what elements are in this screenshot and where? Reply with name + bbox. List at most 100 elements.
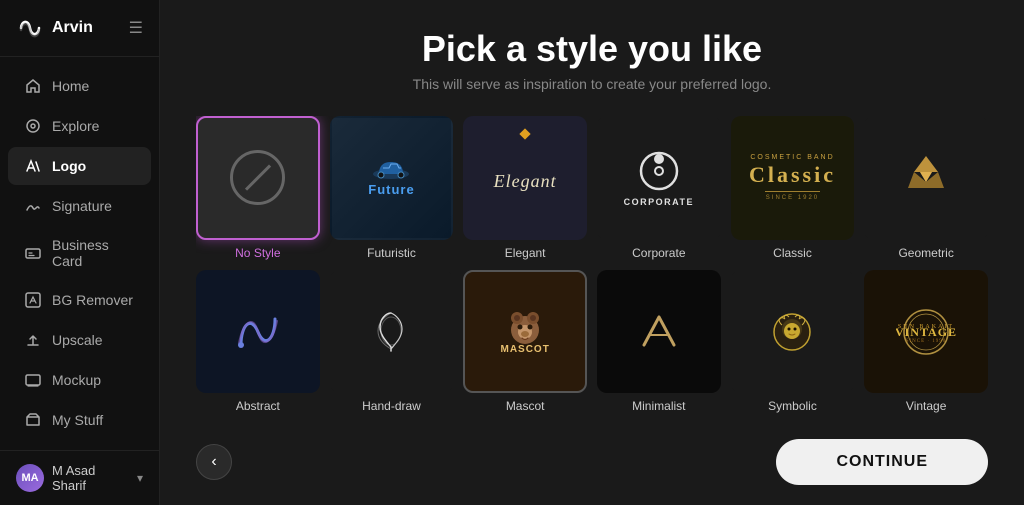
style-card-no-style[interactable]: No Style bbox=[196, 116, 320, 260]
style-card-hand-draw[interactable]: Hand-draw bbox=[330, 270, 454, 414]
symbolic-lion-svg bbox=[767, 307, 817, 357]
continue-button[interactable]: CONTINUE bbox=[776, 439, 988, 485]
sidebar-item-upscale-label: Upscale bbox=[52, 332, 103, 348]
logo-icon bbox=[24, 157, 42, 175]
handdraw-svg bbox=[364, 305, 418, 359]
classic-divider bbox=[765, 191, 820, 192]
svg-text:SINCE · 1990: SINCE · 1990 bbox=[906, 339, 947, 344]
style-card-abstract[interactable]: Abstract bbox=[196, 270, 320, 414]
style-image-symbolic bbox=[731, 270, 855, 394]
sidebar-item-mockup[interactable]: Mockup bbox=[8, 361, 151, 399]
style-card-corporate[interactable]: Corporate Corporate bbox=[597, 116, 721, 260]
style-image-classic: Cosmetic Band Classic SINCE 1920 bbox=[731, 116, 855, 240]
style-image-hand-draw bbox=[330, 270, 454, 394]
page-subtitle: This will serve as inspiration to create… bbox=[196, 76, 988, 92]
style-label-elegant: Elegant bbox=[505, 246, 546, 260]
style-image-no-style bbox=[196, 116, 320, 240]
upscale-icon bbox=[24, 331, 42, 349]
style-card-futuristic[interactable]: Future Futuristic bbox=[330, 116, 454, 260]
sidebar-item-business-card-label: Business Card bbox=[52, 237, 135, 269]
style-label-geometric: Geometric bbox=[898, 246, 953, 260]
geometric-svg bbox=[900, 152, 952, 204]
style-label-classic: Classic bbox=[773, 246, 812, 260]
sidebar-item-signature[interactable]: Signature bbox=[8, 187, 151, 225]
vintage-content: SUN BAKAIT VINTAGE SINCE · 1990 bbox=[888, 298, 964, 366]
menu-icon[interactable]: ☰ bbox=[129, 18, 143, 38]
svg-text:VINTAGE: VINTAGE bbox=[896, 325, 956, 339]
app-logo-icon bbox=[16, 14, 44, 42]
corporate-logo-svg bbox=[637, 149, 681, 193]
sidebar-item-home-label: Home bbox=[52, 78, 89, 94]
style-image-abstract bbox=[196, 270, 320, 394]
bg-remover-icon bbox=[24, 291, 42, 309]
sidebar-item-upscale[interactable]: Upscale bbox=[8, 321, 151, 359]
signature-icon bbox=[24, 197, 42, 215]
style-card-vintage[interactable]: SUN BAKAIT VINTAGE SINCE · 1990 Vintage bbox=[864, 270, 988, 414]
home-icon bbox=[24, 77, 42, 95]
style-image-minimalist bbox=[597, 270, 721, 394]
style-label-mascot: Mascot bbox=[506, 399, 545, 413]
app-brand-name: Arvin bbox=[52, 19, 93, 37]
style-label-no-style: No Style bbox=[235, 246, 280, 260]
sidebar-nav: Home Explore Logo Signature Business Car… bbox=[0, 57, 159, 450]
back-button[interactable]: ‹ bbox=[196, 444, 232, 480]
style-card-geometric[interactable]: Geometric bbox=[864, 116, 988, 260]
explore-icon bbox=[24, 117, 42, 135]
classic-content: Cosmetic Band Classic SINCE 1920 bbox=[749, 154, 836, 201]
sidebar-item-my-stuff-label: My Stuff bbox=[52, 412, 103, 428]
mockup-icon bbox=[24, 371, 42, 389]
sidebar: Arvin ☰ Home Explore Logo Signature bbox=[0, 0, 160, 505]
sidebar-item-logo-label: Logo bbox=[52, 158, 86, 174]
style-card-elegant[interactable]: Elegant Elegant bbox=[463, 116, 587, 260]
mascot-label-text: Mascot bbox=[500, 344, 549, 355]
style-label-futuristic: Futuristic bbox=[367, 246, 416, 260]
style-label-abstract: Abstract bbox=[236, 399, 280, 413]
sidebar-item-bg-remover-label: BG Remover bbox=[52, 292, 133, 308]
futuristic-text: Future bbox=[368, 182, 414, 197]
style-image-vintage: SUN BAKAIT VINTAGE SINCE · 1990 bbox=[864, 270, 988, 394]
futuristic-car-svg bbox=[371, 158, 411, 180]
avatar: MA bbox=[16, 464, 44, 492]
sidebar-item-my-stuff[interactable]: My Stuff bbox=[8, 401, 151, 439]
style-label-corporate: Corporate bbox=[632, 246, 685, 260]
sidebar-item-explore[interactable]: Explore bbox=[8, 107, 151, 145]
sidebar-item-home[interactable]: Home bbox=[8, 67, 151, 105]
style-card-classic[interactable]: Cosmetic Band Classic SINCE 1920 Classic bbox=[731, 116, 855, 260]
style-card-symbolic[interactable]: Symbolic bbox=[731, 270, 855, 414]
elegant-content: Elegant bbox=[465, 118, 585, 238]
sidebar-item-logo[interactable]: Logo bbox=[8, 147, 151, 185]
style-card-mascot[interactable]: Mascot Mascot bbox=[463, 270, 587, 414]
sidebar-item-business-card[interactable]: Business Card bbox=[8, 227, 151, 279]
style-label-hand-draw: Hand-draw bbox=[362, 399, 421, 413]
futuristic-content: Future bbox=[368, 158, 414, 197]
mascot-content: Mascot bbox=[500, 308, 549, 355]
mascot-bear-svg bbox=[505, 308, 545, 346]
style-label-vintage: Vintage bbox=[906, 399, 946, 413]
classic-main: Classic bbox=[749, 162, 836, 188]
styles-grid: No Style Future Futuristic bbox=[196, 116, 988, 415]
sidebar-item-bg-remover[interactable]: BG Remover bbox=[8, 281, 151, 319]
sidebar-user[interactable]: MA M Asad Sharif ▾ bbox=[0, 450, 159, 505]
style-label-minimalist: Minimalist bbox=[632, 399, 685, 413]
corporate-text: Corporate bbox=[624, 197, 694, 207]
style-card-minimalist[interactable]: Minimalist bbox=[597, 270, 721, 414]
sidebar-item-mockup-label: Mockup bbox=[52, 372, 101, 388]
corporate-content: Corporate bbox=[624, 149, 694, 207]
bottom-area: ‹ CONTINUE bbox=[196, 429, 988, 485]
style-label-symbolic: Symbolic bbox=[768, 399, 817, 413]
elegant-text: Elegant bbox=[494, 171, 557, 192]
style-image-futuristic: Future bbox=[330, 116, 454, 240]
classic-sub: SINCE 1920 bbox=[766, 195, 819, 201]
classic-top: Cosmetic Band bbox=[750, 154, 834, 161]
sidebar-item-signature-label: Signature bbox=[52, 198, 112, 214]
business-card-icon bbox=[24, 244, 42, 262]
sidebar-header: Arvin ☰ bbox=[0, 0, 159, 57]
page-title: Pick a style you like bbox=[196, 28, 988, 70]
user-chevron-icon: ▾ bbox=[137, 471, 143, 485]
minimalist-svg bbox=[634, 307, 684, 357]
abstract-svg bbox=[231, 305, 285, 359]
style-image-corporate: Corporate bbox=[597, 116, 721, 240]
my-stuff-icon bbox=[24, 411, 42, 429]
user-name: M Asad Sharif bbox=[52, 463, 129, 493]
style-image-mascot: Mascot bbox=[463, 270, 587, 394]
